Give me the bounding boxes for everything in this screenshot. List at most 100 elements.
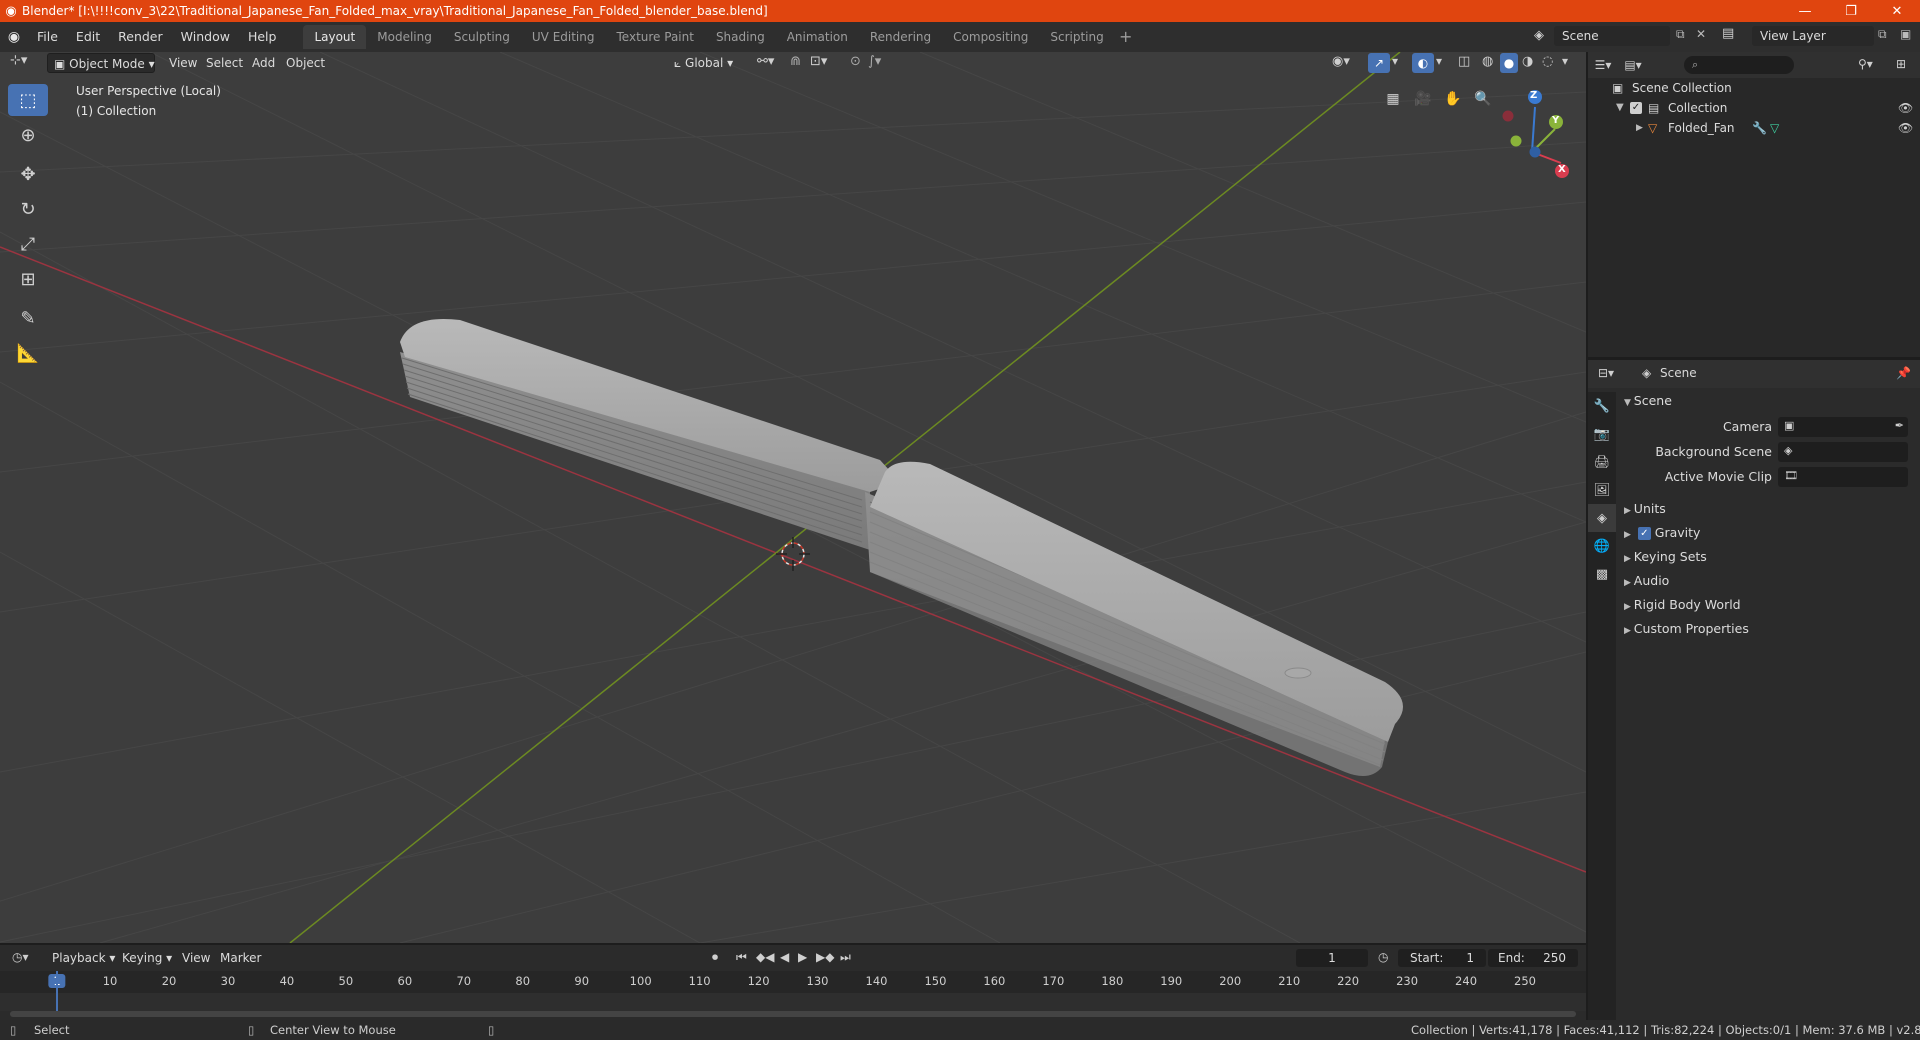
filter-icon[interactable]: ⚲▾ (1858, 57, 1873, 71)
jump-end-icon[interactable]: ⏭ (840, 950, 851, 965)
delete-scene-icon[interactable]: ✕ (1696, 27, 1706, 41)
add-workspace-button[interactable]: + (1115, 26, 1137, 48)
modifier-wrench-icon[interactable]: 🔧 (1752, 118, 1767, 138)
menu-render[interactable]: Render (109, 26, 172, 48)
snap-icon[interactable]: ⋒ (790, 54, 801, 69)
material-preview-icon[interactable]: ◑ (1522, 54, 1533, 69)
outliner-editor-icon[interactable]: ☰▾ (1588, 58, 1618, 72)
blender-menu-icon[interactable]: ◉ (0, 26, 28, 48)
tab-uv-editing[interactable]: UV Editing (521, 25, 606, 49)
chevron-down-icon[interactable]: ▾ (1436, 54, 1442, 68)
jump-keyframe-back-icon[interactable]: ◆◀ (756, 950, 774, 964)
scale-tool-icon[interactable]: ⤢ (8, 228, 48, 260)
chevron-down-icon[interactable]: ▾ (1392, 54, 1398, 68)
scene-panel-header[interactable]: ▼ Scene (1624, 390, 1672, 412)
timeline-editor-icon[interactable]: ◷▾ (12, 950, 29, 964)
jump-keyframe-forward-icon[interactable]: ▶◆ (816, 950, 834, 964)
viewport-menu-add[interactable]: Add (246, 53, 281, 73)
viewport-menu-view[interactable]: View (163, 53, 203, 73)
gizmo-x-label[interactable]: X (1558, 164, 1566, 175)
visibility-selectability-icon[interactable]: ◉▾ (1332, 54, 1350, 69)
overlays-toggle-icon[interactable]: ◐ (1412, 53, 1434, 73)
keying-sets-subpanel[interactable]: ▶ Keying Sets (1624, 546, 1707, 568)
pin-icon[interactable]: 📌 (1896, 366, 1911, 380)
render-tab-icon[interactable]: 📷 (1588, 420, 1616, 448)
view-layer-browse-icon[interactable]: ▤ (1722, 26, 1734, 41)
shading-options-icon[interactable]: ▾ (1562, 54, 1568, 68)
outliner-collection[interactable]: ▼ ✓ ▤ Collection 👁 (1588, 98, 1920, 118)
scene-tab-icon[interactable]: ◈ (1588, 504, 1616, 532)
new-collection-icon[interactable]: ⊞ (1896, 57, 1906, 71)
gizmo-z-label[interactable]: Z (1530, 90, 1537, 101)
tab-shading[interactable]: Shading (705, 25, 776, 49)
tab-modeling[interactable]: Modeling (366, 25, 443, 49)
visibility-eye-icon[interactable]: 👁 (1898, 98, 1913, 118)
collapse-arrow-icon[interactable]: ▼ (1616, 98, 1624, 118)
measure-tool-icon[interactable]: 📐 (8, 337, 48, 369)
units-subpanel[interactable]: ▶ Units (1624, 498, 1666, 520)
display-mode-icon[interactable]: ▤▾ (1618, 58, 1648, 72)
tool-settings-tab-icon[interactable]: 🔧 (1588, 392, 1616, 420)
snap-target-icon[interactable]: ⊡▾ (810, 54, 827, 69)
pan-hand-icon[interactable]: ✋ (1440, 86, 1466, 112)
outliner-object-row[interactable]: ▶ ▽ Folded_Fan 🔧 ▽ 👁 (1588, 118, 1920, 138)
tab-sculpting[interactable]: Sculpting (443, 25, 521, 49)
menu-help[interactable]: Help (239, 26, 286, 48)
proportional-edit-icon[interactable]: ⊙ (850, 54, 861, 69)
solid-shading-icon[interactable]: ● (1500, 53, 1518, 73)
current-frame-field[interactable]: 1 (1296, 949, 1368, 967)
gizmo-toggle-icon[interactable]: ↗ (1368, 53, 1390, 73)
timeline-scrollbar[interactable] (10, 1011, 1576, 1017)
3d-viewport[interactable]: ⊹▾ ▣ Object Mode ▾ View Select Add Objec… (0, 52, 1586, 943)
tab-animation[interactable]: Animation (776, 25, 859, 49)
rigid-body-world-subpanel[interactable]: ▶ Rigid Body World (1624, 594, 1741, 616)
jump-start-icon[interactable]: ⏮ (736, 950, 747, 965)
tab-scripting[interactable]: Scripting (1039, 25, 1114, 49)
start-frame-field[interactable]: Start: 1 (1398, 949, 1486, 967)
gravity-checkbox[interactable]: ✓ (1637, 527, 1651, 540)
timeline-menu-marker[interactable]: Marker (214, 948, 267, 968)
playhead-line[interactable] (56, 971, 58, 1011)
audio-subpanel[interactable]: ▶ Audio (1624, 570, 1669, 592)
outliner-scene-collection[interactable]: ▣ Scene Collection (1588, 78, 1920, 98)
collection-checkbox[interactable]: ✓ (1630, 102, 1642, 114)
play-icon[interactable]: ▶ (798, 950, 807, 964)
timeline-ruler[interactable]: 1102030405060708090100110120130140150160… (0, 971, 1586, 993)
transform-tool-icon[interactable]: ⊞ (8, 263, 48, 295)
rotate-tool-icon[interactable]: ↻ (8, 193, 48, 225)
tab-compositing[interactable]: Compositing (942, 25, 1039, 49)
transform-orientation-dropdown[interactable]: ⟀ Global ▾ (668, 53, 739, 73)
expand-arrow-icon[interactable]: ▶ (1636, 118, 1643, 138)
toggle-grid-view-icon[interactable]: ▦ (1380, 86, 1406, 112)
active-movie-clip-field[interactable]: 🎞 (1778, 467, 1908, 487)
gizmo-y-label[interactable]: Y (1552, 115, 1559, 126)
record-button-icon[interactable]: ⏺ (712, 950, 718, 965)
maximize-button[interactable]: ❐ (1828, 0, 1874, 22)
mesh-data-icon[interactable]: ▽ (1770, 118, 1779, 138)
new-view-layer-icon[interactable]: ⧉ (1878, 27, 1887, 42)
camera-field[interactable]: ▣ ✒ (1778, 417, 1908, 437)
scene-selector[interactable]: Scene (1554, 26, 1670, 46)
timeline-menu-keying[interactable]: Keying ▾ (116, 948, 178, 968)
delete-view-layer-icon[interactable]: ▣ (1900, 27, 1911, 41)
play-reverse-icon[interactable]: ◀ (780, 950, 789, 964)
timeline-menu-view[interactable]: View (176, 948, 216, 968)
zoom-icon[interactable]: 🔍 (1470, 86, 1496, 112)
custom-properties-subpanel[interactable]: ▶ Custom Properties (1624, 618, 1749, 640)
tab-rendering[interactable]: Rendering (859, 25, 942, 49)
select-box-tool-icon[interactable]: ⬚ (8, 84, 48, 116)
xray-toggle-icon[interactable]: ◫ (1458, 54, 1470, 69)
output-tab-icon[interactable]: 🖨 (1588, 448, 1616, 476)
world-tab-icon[interactable]: 🌐 (1588, 532, 1616, 560)
background-scene-field[interactable]: ◈ (1778, 442, 1908, 462)
editor-type-icon[interactable]: ⊹▾ (10, 53, 27, 68)
camera-view-icon[interactable]: 🎥 (1410, 86, 1436, 112)
menu-file[interactable]: File (28, 26, 67, 48)
menu-window[interactable]: Window (172, 26, 239, 48)
clock-icon[interactable]: ◷ (1378, 950, 1388, 964)
outliner-search-input[interactable]: ⌕ (1684, 56, 1794, 74)
view-layer-selector[interactable]: View Layer (1752, 26, 1874, 46)
view-layer-tab-icon[interactable]: 🖼 (1588, 476, 1616, 504)
scene-browse-icon[interactable]: ◈ (1526, 26, 1552, 46)
tab-texture-paint[interactable]: Texture Paint (606, 25, 705, 49)
